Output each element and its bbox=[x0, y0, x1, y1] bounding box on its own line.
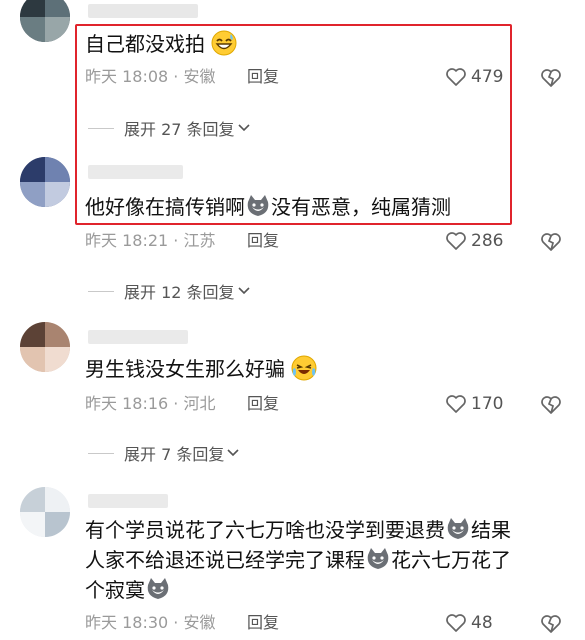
username-blurred[interactable] bbox=[88, 330, 188, 344]
chevron-down-icon bbox=[237, 287, 250, 295]
comment-text-part: 有个学员说花了六七万啥也没学到要退费 bbox=[85, 518, 445, 542]
comment-text: 男生钱没女生那么好骗 bbox=[85, 355, 317, 382]
comment-text-line: 人家不给退还说已经学完了课程 花六七万花了 bbox=[85, 546, 511, 573]
chevron-down-icon bbox=[227, 449, 239, 457]
broken-heart-icon[interactable] bbox=[540, 394, 562, 416]
like-button[interactable]: 48 bbox=[445, 612, 493, 634]
cat-face-sticker-icon bbox=[447, 518, 469, 539]
username-blurred[interactable] bbox=[88, 4, 198, 18]
broken-heart-icon[interactable] bbox=[540, 613, 562, 635]
cat-face-sticker-icon bbox=[147, 578, 169, 599]
broken-heart-icon[interactable] bbox=[540, 67, 562, 89]
avatar[interactable] bbox=[20, 157, 70, 207]
expand-replies[interactable]: 展开 7 条回复 bbox=[88, 442, 240, 464]
divider bbox=[88, 290, 114, 292]
heart-outline-icon bbox=[446, 395, 466, 413]
comment-meta: 昨天 18:30 · 安徽 bbox=[85, 613, 216, 632]
comment-text-line: 有个学员说花了六七万啥也没学到要退费 结果 bbox=[85, 516, 511, 543]
like-button[interactable]: 286 bbox=[445, 230, 503, 252]
comment-text-part: 个寂寞 bbox=[85, 578, 145, 602]
like-button[interactable]: 170 bbox=[445, 393, 503, 415]
comment-text-content: 男生钱没女生那么好骗 bbox=[85, 357, 285, 381]
comment-meta: 昨天 18:21 · 江苏 bbox=[85, 231, 216, 250]
comment-meta: 昨天 18:16 · 河北 bbox=[85, 394, 216, 413]
comment-text-line: 个寂寞 bbox=[85, 576, 171, 603]
reply-button[interactable]: 回复 bbox=[247, 613, 279, 633]
broken-heart-icon[interactable] bbox=[540, 231, 562, 253]
comment-text-part: 花六七万花了 bbox=[391, 548, 511, 572]
laughing-crying-emoji-icon bbox=[291, 355, 317, 381]
reply-button[interactable]: 回复 bbox=[247, 394, 279, 414]
heart-outline-icon bbox=[446, 614, 466, 632]
username-blurred[interactable] bbox=[88, 494, 168, 508]
expand-replies[interactable]: 展开 12 条回复 bbox=[88, 280, 251, 302]
like-count: 48 bbox=[471, 613, 493, 633]
avatar[interactable] bbox=[20, 0, 70, 42]
reply-button[interactable]: 回复 bbox=[247, 231, 279, 251]
heart-outline-icon bbox=[446, 232, 466, 250]
expand-replies-label: 展开 12 条回复 bbox=[124, 283, 235, 302]
comment-text-part: 结果 bbox=[471, 518, 511, 542]
highlight-box bbox=[75, 24, 512, 225]
comment-text-part: 人家不给退还说已经学完了课程 bbox=[85, 548, 365, 572]
like-count: 170 bbox=[471, 394, 504, 414]
avatar[interactable] bbox=[20, 487, 70, 537]
cat-face-sticker-icon bbox=[367, 548, 389, 569]
divider bbox=[88, 452, 114, 454]
expand-replies-label: 展开 7 条回复 bbox=[124, 445, 225, 464]
avatar[interactable] bbox=[20, 322, 70, 372]
like-count: 286 bbox=[471, 231, 504, 251]
